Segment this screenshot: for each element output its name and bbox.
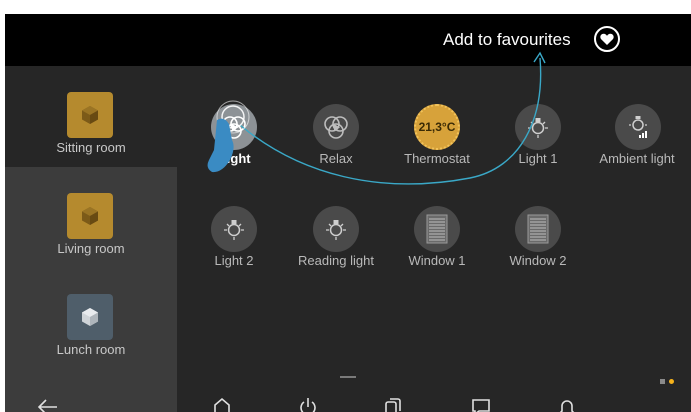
scene-play-icon: [313, 104, 359, 150]
cube-icon: [67, 193, 113, 239]
light-1-tile[interactable]: Light 1: [488, 90, 588, 190]
room-label: Sitting room: [56, 140, 126, 155]
bell-icon: [559, 400, 575, 412]
room-label: Lunch room: [56, 342, 126, 357]
tile-label: Window 1: [408, 253, 466, 268]
copy-icon: [385, 398, 401, 412]
window-2-tile[interactable]: Window 2: [488, 192, 588, 292]
tile-label: Relax: [319, 151, 353, 166]
tile-label: Ambient light: [599, 151, 675, 166]
power-icon: [300, 398, 316, 412]
tile-label: Thermostat: [404, 151, 470, 166]
scenes-button[interactable]: [378, 392, 408, 412]
room-sitting-room[interactable]: Sitting room: [5, 66, 177, 167]
messages-button[interactable]: [466, 392, 496, 412]
add-to-favourites-button[interactable]: [594, 26, 620, 52]
room-living-room[interactable]: Living room: [5, 167, 177, 268]
reading-light-tile[interactable]: Reading light: [286, 192, 386, 292]
thermostat-value: 21,3°C: [418, 120, 456, 134]
thermostat-tile[interactable]: 21,3°C Thermostat: [387, 90, 487, 190]
power-button[interactable]: [293, 392, 323, 412]
home-icon: [214, 397, 230, 412]
bulb-icon: [211, 206, 257, 252]
back-button[interactable]: [33, 392, 63, 412]
tile-label: Night: [217, 151, 251, 166]
tile-label: Window 2: [509, 253, 567, 268]
message-icon: [472, 399, 490, 412]
bulb-icon: [515, 104, 561, 150]
ambient-light-tile[interactable]: Ambient light: [588, 90, 688, 190]
tile-label: Light 1: [518, 151, 558, 166]
scene-night-tile[interactable]: Night: [184, 90, 284, 190]
bulb-icon: [313, 206, 359, 252]
room-label: Living room: [57, 241, 125, 256]
room-sidebar: Sitting room Living room Lunch room: [5, 66, 177, 412]
scene-relax-tile[interactable]: Relax: [286, 90, 386, 190]
page-dot-active[interactable]: [669, 379, 674, 384]
add-to-favourites-label: Add to favourites: [443, 30, 571, 49]
bottom-navigation: [5, 392, 691, 412]
cube-icon: [67, 92, 113, 138]
home-button[interactable]: [207, 392, 237, 412]
tile-label: Reading light: [298, 253, 374, 268]
window-icon: [414, 206, 460, 252]
dimmer-bulb-icon: [615, 104, 661, 150]
page-dot[interactable]: [660, 379, 665, 384]
favourites-bar: Add to favourites: [5, 14, 691, 66]
back-arrow-icon: [37, 399, 57, 412]
cube-icon: [67, 294, 113, 340]
drawer-handle[interactable]: [340, 376, 356, 378]
app-screen: Add to favourites Sitting room Living ro…: [5, 14, 691, 412]
page-indicator: [660, 371, 678, 389]
tile-label: Light 2: [214, 253, 254, 268]
scene-play-icon: [211, 104, 257, 150]
alarm-button[interactable]: [552, 392, 582, 412]
window-1-tile[interactable]: Window 1: [387, 192, 487, 292]
heart-icon: [600, 33, 614, 45]
light-2-tile[interactable]: Light 2: [184, 192, 284, 292]
window-icon: [515, 206, 561, 252]
thermostat-dial-icon: 21,3°C: [414, 104, 460, 150]
room-lunch-room[interactable]: Lunch room: [5, 268, 177, 369]
